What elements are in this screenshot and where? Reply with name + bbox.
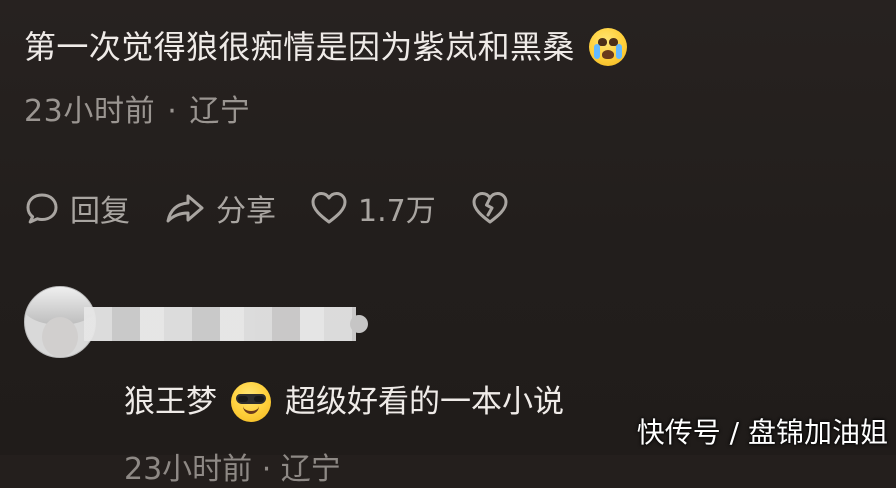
dislike-button[interactable] <box>470 190 510 226</box>
loudly-crying-face-icon <box>588 28 627 66</box>
reply-button[interactable]: 回复 <box>24 186 130 230</box>
comment-time: 23小时前 <box>24 94 156 129</box>
comment-location: 辽宁 <box>189 94 251 129</box>
comment-meta: 23小时前 · 辽宁 <box>24 86 864 130</box>
comment-screen: 第一次觉得狼很痴情是因为紫岚和黑桑 23小时前 · 辽宁 回复 分享 1.7万 … <box>0 0 896 487</box>
like-count: 1.7万 <box>358 194 436 229</box>
like-button[interactable]: 1.7万 <box>310 186 436 230</box>
comment: 第一次觉得狼很痴情是因为紫岚和黑桑 23小时前 · 辽宁 <box>24 22 864 130</box>
comment-text: 第一次觉得狼很痴情是因为紫岚和黑桑 <box>24 28 575 66</box>
broken-heart-icon <box>472 192 508 224</box>
username-redacted <box>84 307 368 341</box>
heart-icon <box>311 192 347 224</box>
meta-separator: · <box>167 94 178 129</box>
reply-body: 狼王梦 超级好看的一本小说 <box>124 378 564 426</box>
watermark: 快传号 / 盘锦加油姐 <box>636 416 888 449</box>
reply-text-part1: 狼王梦 <box>124 384 217 420</box>
sunglasses-face-icon <box>231 382 271 422</box>
share-button[interactable]: 分享 <box>164 186 276 230</box>
reply-label: 回复 <box>70 194 130 229</box>
reply-text-part2: 超级好看的一本小说 <box>285 384 564 420</box>
comment-body: 第一次觉得狼很痴情是因为紫岚和黑桑 <box>24 22 864 72</box>
comment-actions: 回复 分享 1.7万 <box>24 184 510 232</box>
share-label: 分享 <box>216 194 276 229</box>
share-arrow-icon <box>166 194 204 223</box>
speech-bubble-icon <box>26 193 58 224</box>
reply-meta: 23小时前 · 辽宁 <box>124 452 341 487</box>
